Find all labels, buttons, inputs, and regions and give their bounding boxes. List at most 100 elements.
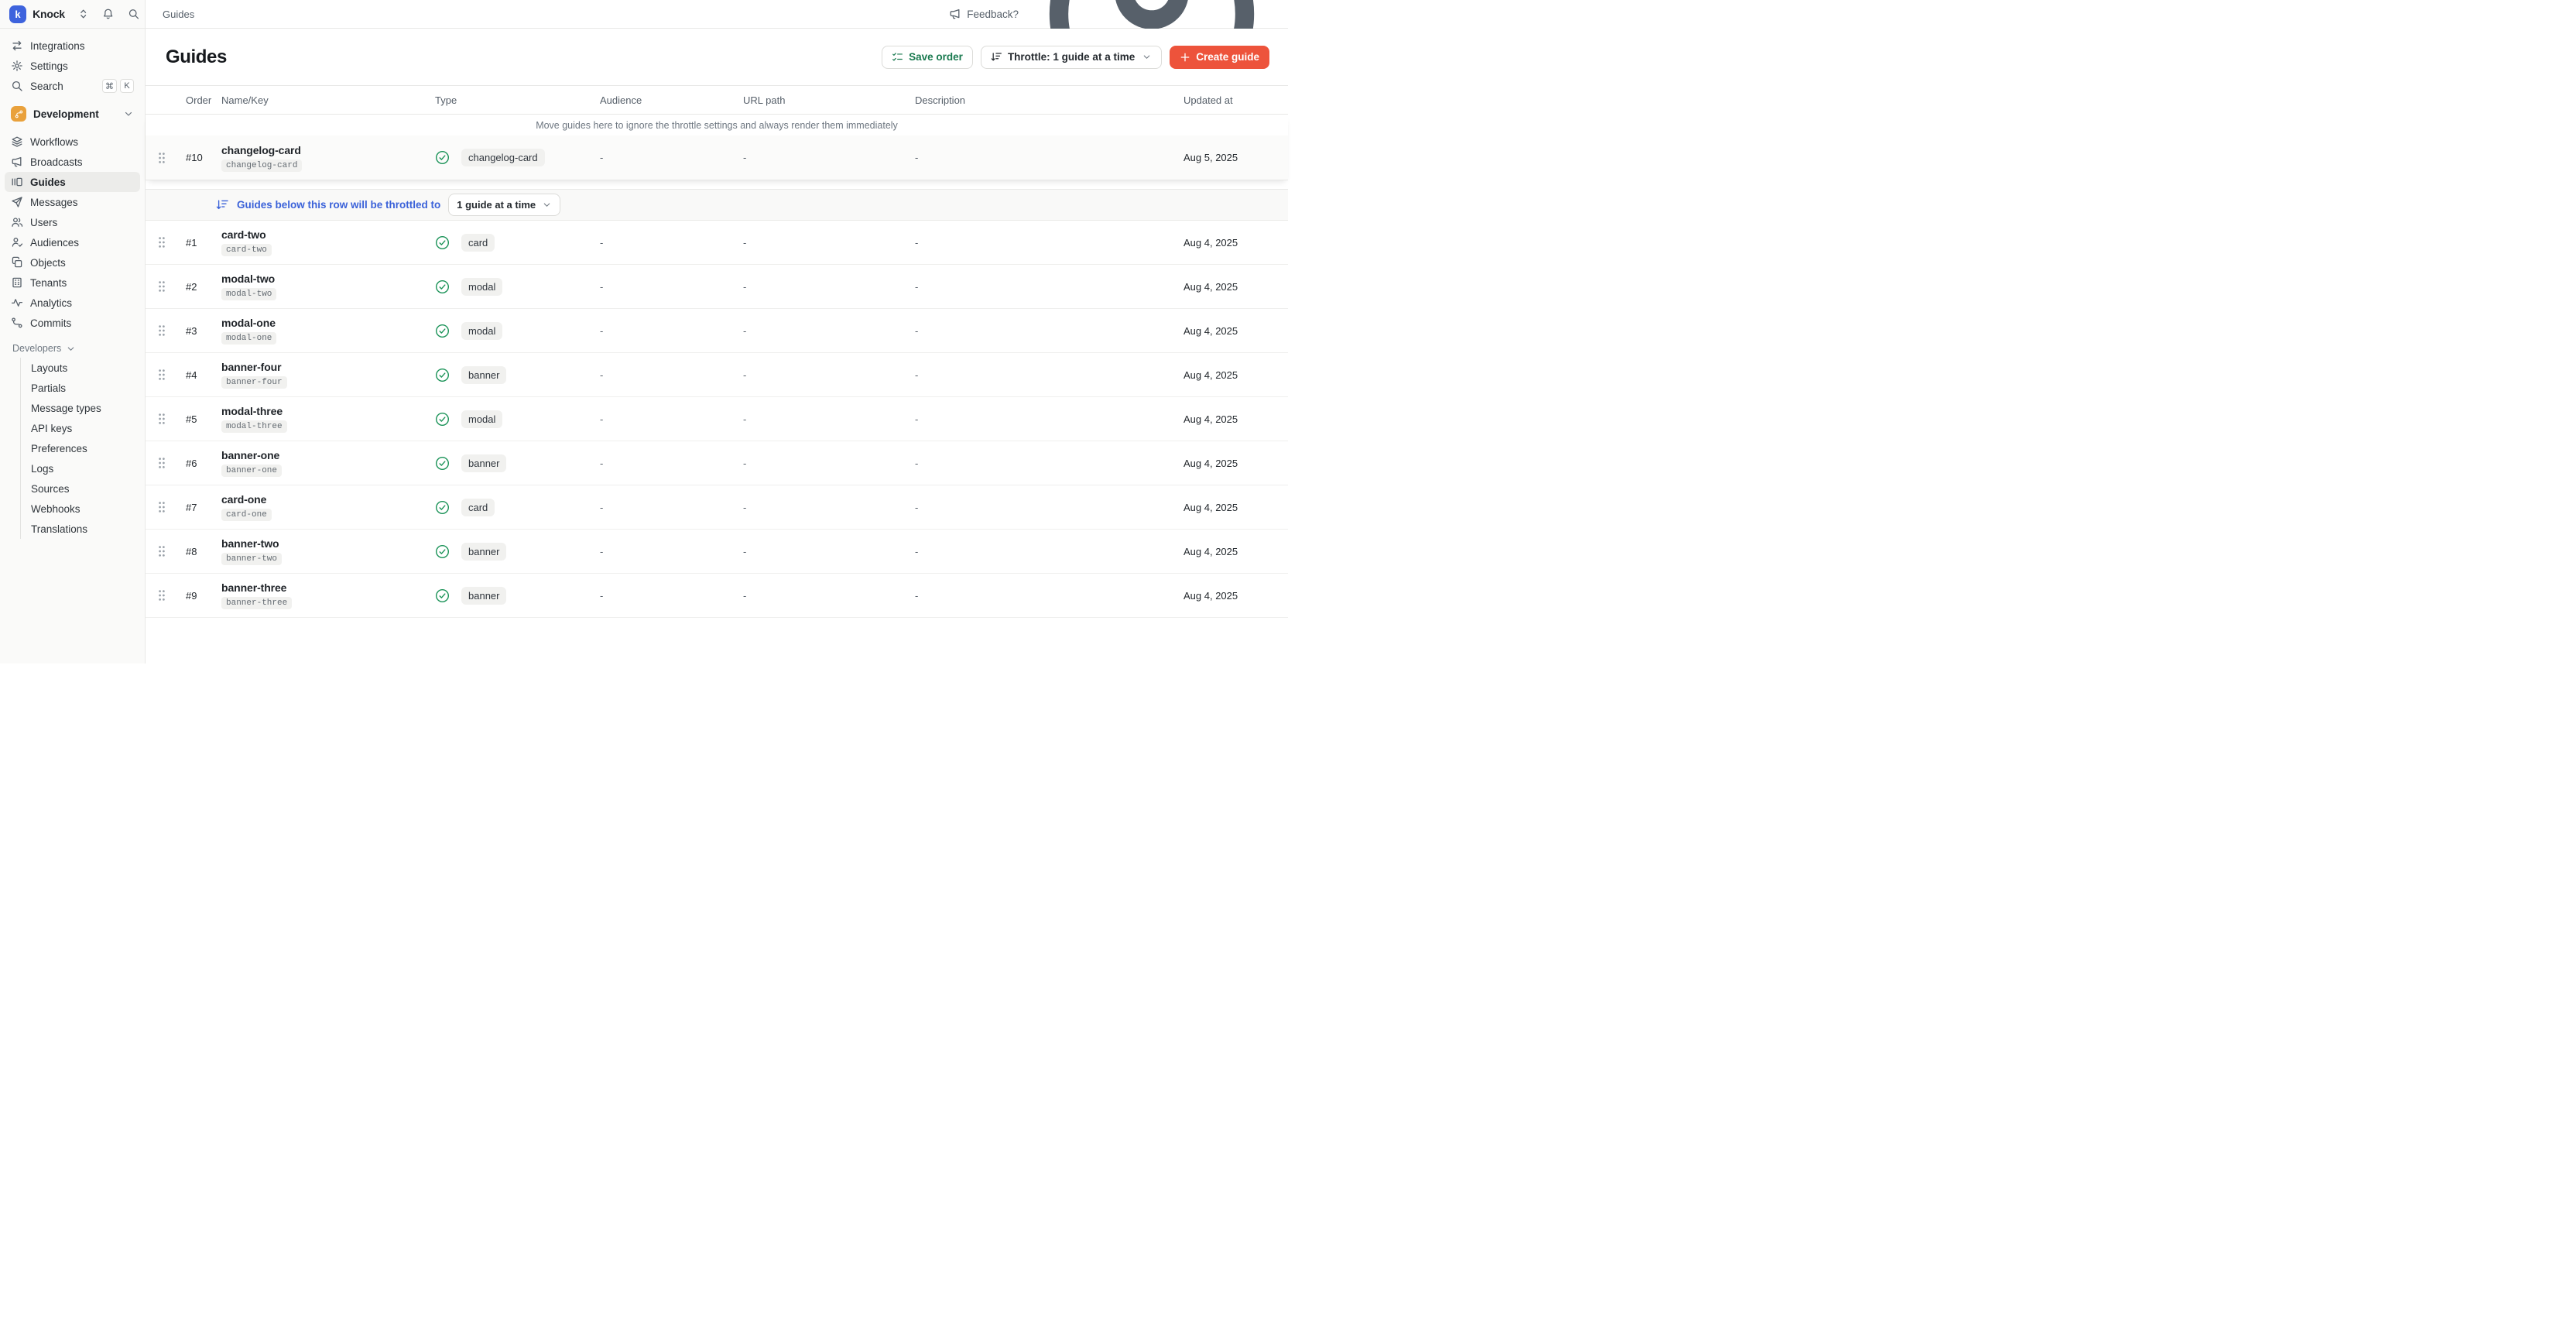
drag-handle-icon[interactable] [158, 413, 166, 425]
check-circle-icon [435, 500, 450, 515]
sidebar-subitem-logs[interactable]: Logs [31, 458, 140, 478]
bell-icon[interactable] [102, 8, 114, 20]
developers-section-toggle[interactable]: Developers [5, 339, 140, 358]
guide-order: #2 [186, 281, 221, 293]
chevron-down-icon [66, 344, 76, 354]
guide-description: - [915, 413, 1184, 425]
knock-logo: k [9, 5, 26, 23]
guide-url-path: - [743, 458, 915, 469]
guide-name[interactable]: modal-two [221, 273, 435, 285]
guide-key-badge: card-two [221, 244, 272, 256]
feedback-label: Feedback? [967, 9, 1019, 20]
guide-row-banner-two[interactable]: #8 banner-two banner-two banner - - - Au… [146, 530, 1288, 574]
users-icon [11, 216, 23, 228]
guide-order: #1 [186, 237, 221, 249]
chevrons-updown-icon[interactable] [77, 8, 89, 20]
guide-row-modal-one[interactable]: #3 modal-one modal-one modal - - - Aug 4… [146, 309, 1288, 353]
guide-name[interactable]: changelog-card [221, 144, 435, 156]
sidebar-subitem-sources[interactable]: Sources [31, 478, 140, 499]
sidebar-subitem-preferences[interactable]: Preferences [31, 438, 140, 458]
guide-key-badge: modal-two [221, 288, 276, 300]
drag-handle-icon[interactable] [158, 545, 166, 557]
guide-name[interactable]: banner-three [221, 581, 435, 594]
sidebar-item-workflows[interactable]: Workflows [5, 132, 140, 152]
save-order-button[interactable]: Save order [882, 46, 973, 69]
sidebar-subitem-webhooks[interactable]: Webhooks [31, 499, 140, 519]
sidebar-top-nav: Integrations Settings Search ⌘K [5, 36, 140, 96]
guide-row-banner-four[interactable]: #4 banner-four banner-four banner - - - … [146, 353, 1288, 397]
sidebar-item-integrations[interactable]: Integrations [5, 36, 140, 56]
sidebar-item-search[interactable]: Search ⌘K [5, 76, 140, 96]
drag-handle-icon[interactable] [158, 589, 166, 602]
search-icon[interactable] [128, 8, 139, 20]
guide-updated-at: Aug 4, 2025 [1184, 502, 1269, 513]
sidebar-item-broadcasts[interactable]: Broadcasts [5, 152, 140, 172]
guide-row-card-one[interactable]: #7 card-one card-one card - - - Aug 4, 2… [146, 485, 1288, 530]
sidebar-item-messages[interactable]: Messages [5, 192, 140, 212]
throttle-settings-button[interactable]: Throttle: 1 guide at a time [981, 46, 1162, 69]
broadcasts-icon [11, 156, 23, 168]
guide-description: - [915, 281, 1184, 293]
guide-url-path: - [743, 546, 915, 557]
guide-name[interactable]: card-one [221, 493, 435, 506]
workspace-switcher[interactable]: k Knock [0, 0, 146, 28]
megaphone-icon [949, 8, 961, 20]
feedback-button[interactable]: Feedback? [949, 8, 1019, 20]
table-header: OrderName/KeyTypeAudienceURL pathDescrip… [146, 85, 1288, 115]
guide-row-modal-three[interactable]: #5 modal-three modal-three modal - - - A… [146, 397, 1288, 441]
guide-key-badge: changelog-card [221, 159, 302, 172]
check-circle-icon [435, 456, 450, 471]
sidebar-item-users[interactable]: Users [5, 212, 140, 232]
sidebar-item-audiences[interactable]: Audiences [5, 232, 140, 252]
drag-handle-icon[interactable] [158, 457, 166, 469]
guide-name[interactable]: banner-four [221, 361, 435, 373]
guide-description: - [915, 152, 1184, 163]
create-guide-button[interactable]: Create guide [1170, 46, 1269, 69]
throttle-amount-select[interactable]: 1 guide at a time [448, 194, 560, 216]
drag-handle-icon[interactable] [158, 152, 166, 164]
developers-section-label: Developers [12, 343, 61, 354]
guide-row-changelog-card[interactable]: #10 changelog-card changelog-card change… [146, 135, 1288, 180]
guide-name[interactable]: banner-one [221, 449, 435, 461]
guide-updated-at: Aug 4, 2025 [1184, 458, 1269, 469]
check-circle-icon [435, 324, 450, 338]
guide-url-path: - [743, 325, 915, 337]
sidebar-item-guides[interactable]: Guides [5, 172, 140, 192]
drag-handle-icon[interactable] [158, 501, 166, 513]
guide-row-banner-one[interactable]: #6 banner-one banner-one banner - - - Au… [146, 441, 1288, 485]
sidebar-item-objects[interactable]: Objects [5, 252, 140, 273]
guide-audience: - [600, 152, 743, 163]
drag-handle-icon[interactable] [158, 324, 166, 337]
sidebar-subitem-layouts[interactable]: Layouts [31, 358, 140, 378]
guide-row-modal-two[interactable]: #2 modal-two modal-two modal - - - Aug 4… [146, 265, 1288, 309]
drag-handle-icon[interactable] [158, 369, 166, 381]
sidebar-subitem-api-keys[interactable]: API keys [31, 418, 140, 438]
guide-row-card-two[interactable]: #1 card-two card-two card - - - Aug 4, 2… [146, 221, 1288, 265]
guide-name[interactable]: card-two [221, 228, 435, 241]
guide-type-badge: modal [461, 278, 502, 296]
guide-url-path: - [743, 152, 915, 163]
analytics-icon [11, 297, 23, 309]
environment-switcher[interactable]: Development [5, 102, 140, 125]
guide-name[interactable]: modal-one [221, 317, 435, 329]
keyboard-shortcut-key: ⌘ [102, 79, 117, 93]
sidebar-item-tenants[interactable]: Tenants [5, 273, 140, 293]
guide-updated-at: Aug 5, 2025 [1184, 152, 1269, 163]
guide-updated-at: Aug 4, 2025 [1184, 413, 1269, 425]
guide-updated-at: Aug 4, 2025 [1184, 325, 1269, 337]
check-circle-icon [435, 588, 450, 603]
drag-handle-icon[interactable] [158, 236, 166, 249]
sidebar-subitem-translations[interactable]: Translations [31, 519, 140, 539]
guide-updated-at: Aug 4, 2025 [1184, 281, 1269, 293]
guide-updated-at: Aug 4, 2025 [1184, 546, 1269, 557]
drag-handle-icon[interactable] [158, 280, 166, 293]
sidebar-item-analytics[interactable]: Analytics [5, 293, 140, 313]
sidebar-item-commits[interactable]: Commits [5, 313, 140, 333]
guide-type-badge: modal [461, 322, 502, 340]
sidebar-item-settings[interactable]: Settings [5, 56, 140, 76]
sidebar-subitem-partials[interactable]: Partials [31, 378, 140, 398]
guide-row-banner-three[interactable]: #9 banner-three banner-three banner - - … [146, 574, 1288, 618]
guide-name[interactable]: banner-two [221, 537, 435, 550]
guide-name[interactable]: modal-three [221, 405, 435, 417]
sidebar-subitem-message-types[interactable]: Message types [31, 398, 140, 418]
